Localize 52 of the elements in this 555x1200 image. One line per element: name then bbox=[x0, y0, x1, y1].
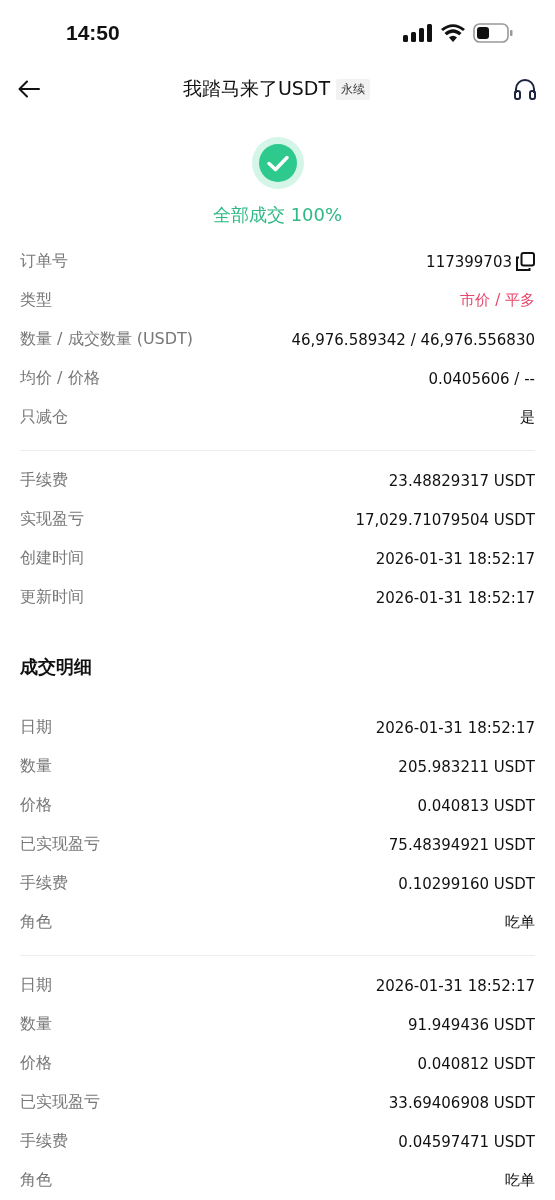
page-title: 我踏马来了USDT bbox=[182, 76, 331, 101]
field-label: 更新时间 bbox=[20, 587, 84, 608]
field-label: 数量 bbox=[20, 756, 52, 777]
field-label: 日期 bbox=[20, 717, 52, 738]
wifi-icon bbox=[441, 24, 465, 42]
field-label: 均价 / 价格 bbox=[20, 368, 100, 389]
field-label: 类型 bbox=[20, 290, 52, 311]
field-value: 0.040813 USDT bbox=[417, 796, 535, 815]
battery-icon bbox=[473, 23, 513, 43]
field-label: 日期 bbox=[20, 975, 52, 996]
fill-status: 全部成交 100% bbox=[212, 203, 343, 227]
field-label: 已实现盈亏 bbox=[20, 834, 100, 855]
field-label: 创建时间 bbox=[20, 548, 84, 569]
copy-icon[interactable] bbox=[516, 252, 535, 271]
field-label: 只减仓 bbox=[20, 407, 68, 428]
section-title: 成交明细 bbox=[19, 655, 93, 679]
field-label: 订单号 bbox=[20, 251, 68, 272]
field-value: 91.949436 USDT bbox=[407, 1015, 535, 1034]
field-value: 0.0405606 / -- bbox=[428, 369, 535, 388]
field-label: 价格 bbox=[20, 795, 52, 816]
field-value: 2026-01-31 18:52:17 bbox=[375, 549, 535, 568]
field-value: 2026-01-31 18:52:17 bbox=[375, 976, 535, 995]
field-value: 吃单 bbox=[505, 1171, 535, 1190]
field-value: 0.040812 USDT bbox=[417, 1054, 535, 1073]
field-label: 手续费 bbox=[20, 1131, 68, 1152]
field-label: 数量 / 成交数量 (USDT) bbox=[20, 329, 194, 350]
success-check-icon bbox=[251, 137, 304, 189]
field-value: 吃单 bbox=[505, 913, 535, 932]
field-label: 手续费 bbox=[20, 873, 68, 894]
field-value: 0.04597471 USDT bbox=[398, 1132, 535, 1151]
field-label: 已实现盈亏 bbox=[20, 1092, 100, 1113]
field-label: 角色 bbox=[20, 912, 52, 933]
status-time: 14:50 bbox=[66, 21, 120, 45]
field-value: 2026-01-31 18:52:17 bbox=[375, 718, 535, 737]
field-value: 2026-01-31 18:52:17 bbox=[375, 588, 535, 607]
field-label: 手续费 bbox=[20, 470, 68, 491]
field-value: 是 bbox=[520, 408, 535, 427]
field-value: 23.48829317 USDT bbox=[388, 471, 535, 490]
field-label: 角色 bbox=[20, 1170, 52, 1191]
field-value: 205.983211 USDT bbox=[398, 757, 535, 776]
field-value: 市价 / 平多 bbox=[460, 291, 535, 310]
field-value: 33.69406908 USDT bbox=[388, 1093, 535, 1112]
field-label: 数量 bbox=[20, 1014, 52, 1035]
field-label: 实现盈亏 bbox=[20, 509, 84, 530]
field-value: 46,976.589342 / 46,976.556830 bbox=[291, 330, 535, 349]
field-label: 价格 bbox=[20, 1053, 52, 1074]
field-value: 117399703 bbox=[426, 252, 512, 271]
field-value: 0.10299160 USDT bbox=[398, 874, 535, 893]
signal-icon bbox=[403, 24, 433, 42]
field-value: 17,029.71079504 USDT bbox=[355, 510, 535, 529]
contract-tag: 永续 bbox=[336, 78, 371, 100]
field-value: 75.48394921 USDT bbox=[388, 835, 535, 854]
